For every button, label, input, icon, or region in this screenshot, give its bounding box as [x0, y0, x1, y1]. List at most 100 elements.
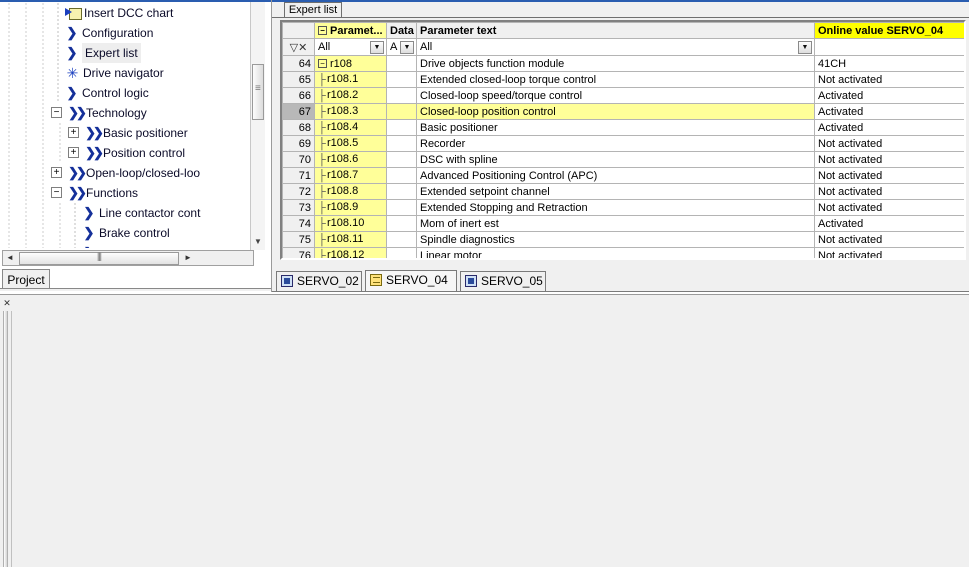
tree-item-safety-integrated[interactable]: ❯Safety Integrated: [0, 242, 256, 248]
tree-expander-expand[interactable]: +: [68, 127, 79, 139]
tree-horizontal-scrollbar[interactable]: ◄ ►: [2, 250, 254, 266]
table-row[interactable]: 71 ├r108.7 Advanced Positioning Control (A…: [282, 167, 964, 184]
filter-funnel-icon[interactable]: ▽✕: [282, 38, 315, 56]
row-online-value[interactable]: Activated: [814, 215, 964, 232]
header-parameter[interactable]: − Paramet...: [314, 22, 387, 39]
table-row[interactable]: 67 ├r108.3 Closed-loop position control Act…: [282, 103, 964, 120]
row-online-value[interactable]: Not activated: [814, 151, 964, 168]
row-data[interactable]: [386, 119, 417, 136]
drive-tab-servo_02[interactable]: SERVO_02: [276, 271, 362, 291]
row-parameter[interactable]: ├r108.10: [314, 215, 387, 232]
drive-tab-servo_04[interactable]: SERVO_04: [365, 270, 457, 291]
collapse-all-icon[interactable]: −: [318, 26, 327, 36]
row-collapse-icon[interactable]: −: [318, 59, 327, 69]
parameter-grid[interactable]: − Paramet... Data Parameter text Online v…: [280, 20, 966, 260]
table-row[interactable]: 70 ├r108.6 DSC with spline Not activated: [282, 151, 964, 168]
row-data[interactable]: [386, 55, 417, 72]
tree-item-basic-positioner[interactable]: + ❯❯ Basic positioner: [0, 122, 256, 143]
header-data[interactable]: Data: [386, 22, 417, 39]
tree-item-expert-list[interactable]: ❯ Expert list: [0, 42, 256, 63]
tree-scroll-area[interactable]: Insert DCC chart ❯ Configuration ❯ Expert li…: [0, 2, 256, 248]
row-parameter[interactable]: − r108: [314, 55, 387, 72]
drive-tab-servo_05[interactable]: SERVO_05: [460, 271, 546, 291]
tree-scroll-down-icon[interactable]: ▼: [252, 236, 264, 248]
row-parameter-text[interactable]: DSC with spline: [416, 151, 815, 168]
header-rownum[interactable]: [282, 22, 315, 39]
header-parameter-text[interactable]: Parameter text: [416, 22, 815, 39]
row-data[interactable]: [386, 247, 417, 258]
tree-expander-expand[interactable]: +: [68, 147, 79, 159]
row-online-value[interactable]: Not activated: [814, 135, 964, 152]
row-parameter-text[interactable]: Advanced Positioning Control (APC): [416, 167, 815, 184]
row-parameter[interactable]: ├r108.11: [314, 231, 387, 248]
filter-data-cell[interactable]: A ▼: [386, 38, 417, 56]
table-row[interactable]: 69 ├r108.5 Recorder Not activated: [282, 135, 964, 152]
tree-item-functions[interactable]: − ❯❯ Functions: [0, 182, 256, 203]
tree-item-position-control[interactable]: + ❯❯ Position control: [0, 142, 256, 163]
filter-parameter-dropdown-icon[interactable]: ▼: [370, 40, 384, 54]
row-parameter-text[interactable]: Basic positioner: [416, 119, 815, 136]
row-parameter[interactable]: ├r108.2: [314, 87, 387, 104]
row-parameter-text[interactable]: Extended closed-loop torque control: [416, 71, 815, 88]
tree-expander-collapse[interactable]: −: [51, 187, 62, 199]
row-parameter-text[interactable]: Extended Stopping and Retraction: [416, 199, 815, 216]
row-data[interactable]: [386, 167, 417, 184]
row-parameter-text[interactable]: Mom of inert est: [416, 215, 815, 232]
row-data[interactable]: [386, 87, 417, 104]
row-parameter[interactable]: ├r108.12: [314, 247, 387, 258]
row-online-value[interactable]: Activated: [814, 119, 964, 136]
tree-item-configuration[interactable]: ❯ Configuration: [0, 22, 256, 43]
tree-expander-collapse[interactable]: −: [51, 107, 62, 119]
row-parameter[interactable]: ├r108.9: [314, 199, 387, 216]
filter-online-cell[interactable]: [814, 38, 964, 56]
filter-parameter-cell[interactable]: All ▼: [314, 38, 387, 56]
tree-hscroll-thumb[interactable]: [19, 251, 179, 265]
close-icon[interactable]: ✕: [2, 297, 12, 309]
row-parameter-text[interactable]: Spindle diagnostics: [416, 231, 815, 248]
filter-text-cell[interactable]: All ▼: [416, 38, 815, 56]
row-data[interactable]: [386, 71, 417, 88]
row-parameter-text[interactable]: Linear motor: [416, 247, 815, 258]
row-parameter-text[interactable]: Extended setpoint channel: [416, 183, 815, 200]
row-parameter-text[interactable]: Recorder: [416, 135, 815, 152]
row-data[interactable]: [386, 135, 417, 152]
tree-expander-expand[interactable]: +: [51, 167, 62, 179]
tree-item-line-contactor-cont[interactable]: ❯ Line contactor cont: [0, 202, 256, 223]
table-row[interactable]: 73 ├r108.9 Extended Stopping and Retractio…: [282, 199, 964, 216]
row-online-value[interactable]: Not activated: [814, 199, 964, 216]
row-parameter[interactable]: ├r108.3: [314, 103, 387, 120]
row-online-value[interactable]: Not activated: [814, 247, 964, 258]
tree-vscroll-thumb[interactable]: [252, 64, 264, 120]
table-row[interactable]: 74 ├r108.10 Mom of inert est Activated: [282, 215, 964, 232]
control-panel-drag-handle[interactable]: [0, 311, 12, 567]
table-row[interactable]: 66 ├r108.2 Closed-loop speed/torque contro…: [282, 87, 964, 104]
row-online-value[interactable]: 41CH: [814, 55, 964, 72]
table-row[interactable]: 75 ├r108.11 Spindle diagnostics Not activat…: [282, 231, 964, 248]
tree-item-brake-control[interactable]: ❯ Brake control: [0, 222, 256, 243]
row-data[interactable]: [386, 103, 417, 120]
tree-item-insert-dcc-chart[interactable]: Insert DCC chart: [0, 2, 256, 23]
tab-expert-list[interactable]: Expert list: [284, 2, 342, 18]
row-parameter[interactable]: ├r108.8: [314, 183, 387, 200]
row-parameter[interactable]: ├r108.4: [314, 119, 387, 136]
row-data[interactable]: [386, 215, 417, 232]
row-online-value[interactable]: Not activated: [814, 231, 964, 248]
filter-text-dropdown-icon[interactable]: ▼: [798, 40, 812, 54]
row-parameter[interactable]: ├r108.7: [314, 167, 387, 184]
tree-item-technology[interactable]: − ❯❯ Technology: [0, 102, 256, 123]
tree-item-drive-navigator[interactable]: ✳ Drive navigator: [0, 62, 256, 83]
row-online-value[interactable]: Activated: [814, 103, 964, 120]
row-online-value[interactable]: Not activated: [814, 71, 964, 88]
row-parameter-text[interactable]: Closed-loop speed/torque control: [416, 87, 815, 104]
row-parameter-text[interactable]: Drive objects function module: [416, 55, 815, 72]
table-row[interactable]: 64− r108 Drive objects function module 41CH: [282, 55, 964, 72]
tree-item-open-loop-closed-loo[interactable]: + ❯❯ Open-loop/closed-loo: [0, 162, 256, 183]
tree-scroll-right-icon[interactable]: ►: [181, 251, 195, 265]
row-online-value[interactable]: Activated: [814, 87, 964, 104]
row-data[interactable]: [386, 199, 417, 216]
row-parameter[interactable]: ├r108.5: [314, 135, 387, 152]
row-data[interactable]: [386, 151, 417, 168]
row-data[interactable]: [386, 183, 417, 200]
tree-scroll-left-icon[interactable]: ◄: [3, 251, 17, 265]
table-row[interactable]: 68 ├r108.4 Basic positioner Activated: [282, 119, 964, 136]
